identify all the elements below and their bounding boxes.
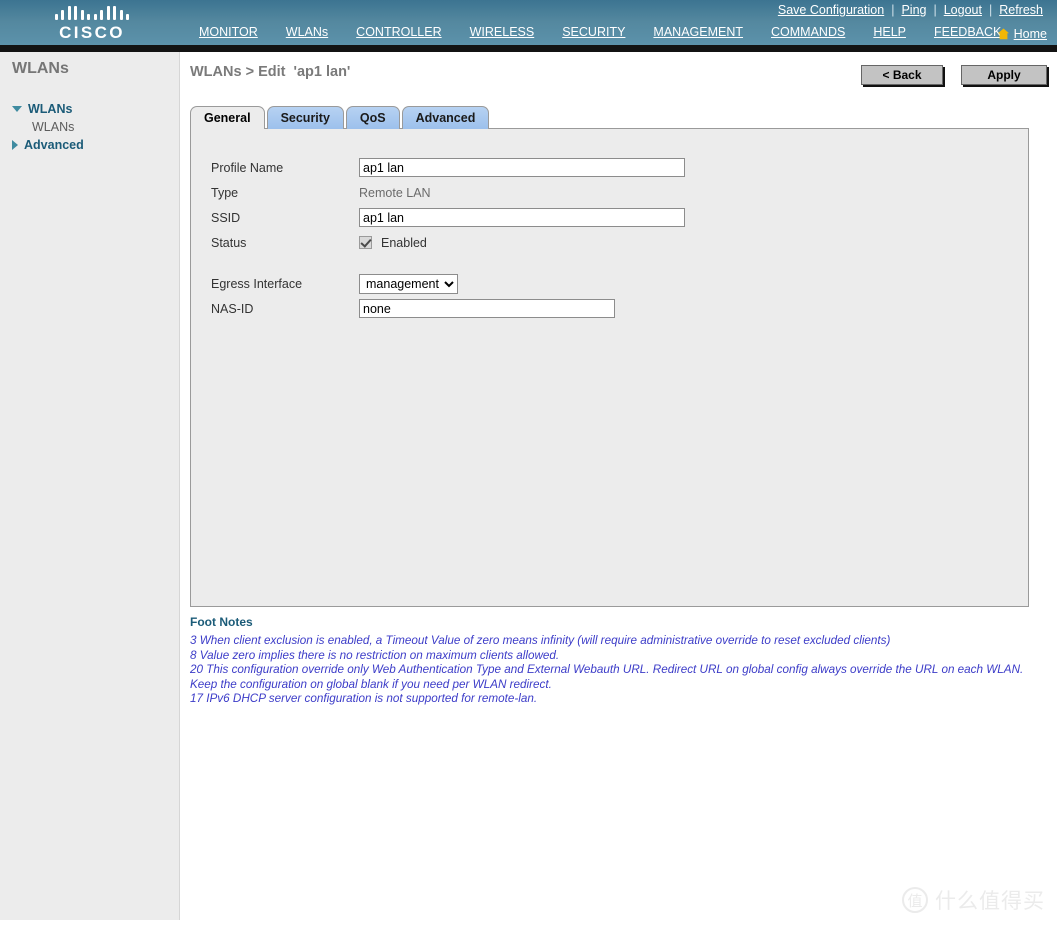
home-label: Home — [1014, 27, 1047, 41]
foot-note-line: 20 This configuration override only Web … — [190, 663, 1035, 692]
page-title: WLANs > Edit 'ap1 lan' — [190, 64, 350, 80]
profile-name-input[interactable] — [359, 158, 685, 177]
sidebar-item-advanced[interactable]: Advanced — [0, 136, 180, 154]
foot-note-line: 3 When client exclusion is enabled, a Ti… — [190, 634, 1035, 649]
egress-interface-label: Egress Interface — [211, 277, 359, 291]
nas-id-label: NAS-ID — [211, 302, 359, 316]
nav-item-management[interactable]: MANAGEMENT — [639, 25, 757, 45]
egress-interface-select[interactable]: management — [359, 274, 458, 294]
back-button[interactable]: < Back — [861, 65, 943, 85]
form-row-status: Status Enabled — [211, 230, 685, 255]
sidebar-item-label: WLANs — [28, 102, 72, 116]
header-divider-bar — [0, 45, 1057, 52]
sidebar-subitem-wlans[interactable]: WLANs — [0, 118, 180, 136]
tab-advanced[interactable]: Advanced — [402, 106, 490, 129]
type-value: Remote LAN — [359, 186, 431, 200]
form-row-profile-name: Profile Name — [211, 155, 685, 180]
nav-item-monitor[interactable]: MONITOR — [185, 25, 272, 45]
type-label: Type — [211, 186, 359, 200]
tab-qos[interactable]: QoS — [346, 106, 400, 129]
nav-item-controller[interactable]: CONTROLLER — [342, 25, 455, 45]
cisco-logo: CISCO — [46, 5, 138, 43]
tab-security[interactable]: Security — [267, 106, 344, 129]
nav-item-help[interactable]: HELP — [859, 25, 920, 45]
sidebar-nav: WLANs WLANs Advanced — [0, 100, 180, 154]
chevron-down-icon — [12, 106, 22, 112]
form-spacer — [211, 255, 685, 271]
foot-notes: Foot Notes 3 When client exclusion is en… — [190, 615, 1035, 707]
sidebar-item-label: Advanced — [24, 138, 84, 152]
ssid-label: SSID — [211, 211, 359, 225]
cisco-wordmark: CISCO — [59, 23, 125, 43]
main-navigation: MONITOR WLANs CONTROLLER WIRELESS SECURI… — [185, 25, 1015, 45]
watermark-text: 什么值得买 — [935, 885, 1045, 915]
nav-item-security[interactable]: SECURITY — [548, 25, 639, 45]
form-row-egress-interface: Egress Interface management — [211, 271, 685, 296]
watermark: 值 什么值得买 — [902, 885, 1045, 915]
wlan-general-form: Profile Name Type Remote LAN SSID Status… — [211, 155, 685, 321]
chevron-right-icon — [12, 140, 18, 150]
tab-bar: General Security QoS Advanced — [190, 105, 491, 129]
sidebar-title: WLANs — [12, 60, 69, 78]
watermark-badge: 值 — [902, 887, 928, 913]
app-header: CISCO Save Configuration | Ping | Logout… — [0, 0, 1057, 45]
tab-general[interactable]: General — [190, 106, 265, 129]
profile-name-label: Profile Name — [211, 161, 359, 175]
nav-item-wireless[interactable]: WIRELESS — [456, 25, 549, 45]
general-tab-panel: Profile Name Type Remote LAN SSID Status… — [190, 128, 1029, 607]
status-checkbox-label: Enabled — [381, 236, 427, 250]
nas-id-input[interactable] — [359, 299, 615, 318]
foot-note-line: 17 IPv6 DHCP server configuration is not… — [190, 692, 1035, 707]
content-area: WLANs > Edit 'ap1 lan' < Back Apply Gene… — [180, 52, 1057, 927]
home-icon — [997, 28, 1010, 40]
form-row-type: Type Remote LAN — [211, 180, 685, 205]
foot-note-line: 8 Value zero implies there is no restric… — [190, 649, 1035, 664]
ssid-input[interactable] — [359, 208, 685, 227]
status-checkbox[interactable] — [359, 236, 372, 249]
ping-link[interactable]: Ping — [895, 3, 932, 17]
sidebar-item-wlans[interactable]: WLANs — [0, 100, 180, 118]
status-label: Status — [211, 236, 359, 250]
nav-item-wlans[interactable]: WLANs — [272, 25, 342, 45]
form-row-nas-id: NAS-ID — [211, 296, 685, 321]
status-checkbox-wrap[interactable]: Enabled — [359, 236, 427, 250]
refresh-link[interactable]: Refresh — [993, 3, 1049, 17]
sidebar: WLANs WLANs WLANs Advanced — [0, 52, 180, 920]
utility-links: Save Configuration | Ping | Logout | Ref… — [772, 3, 1049, 17]
logout-link[interactable]: Logout — [938, 3, 988, 17]
save-configuration-link[interactable]: Save Configuration — [772, 3, 890, 17]
form-row-ssid: SSID — [211, 205, 685, 230]
apply-button[interactable]: Apply — [961, 65, 1047, 85]
cisco-bars-icon — [55, 5, 129, 20]
nav-item-commands[interactable]: COMMANDS — [757, 25, 859, 45]
foot-notes-title: Foot Notes — [190, 615, 1035, 629]
home-link[interactable]: Home — [997, 27, 1047, 41]
